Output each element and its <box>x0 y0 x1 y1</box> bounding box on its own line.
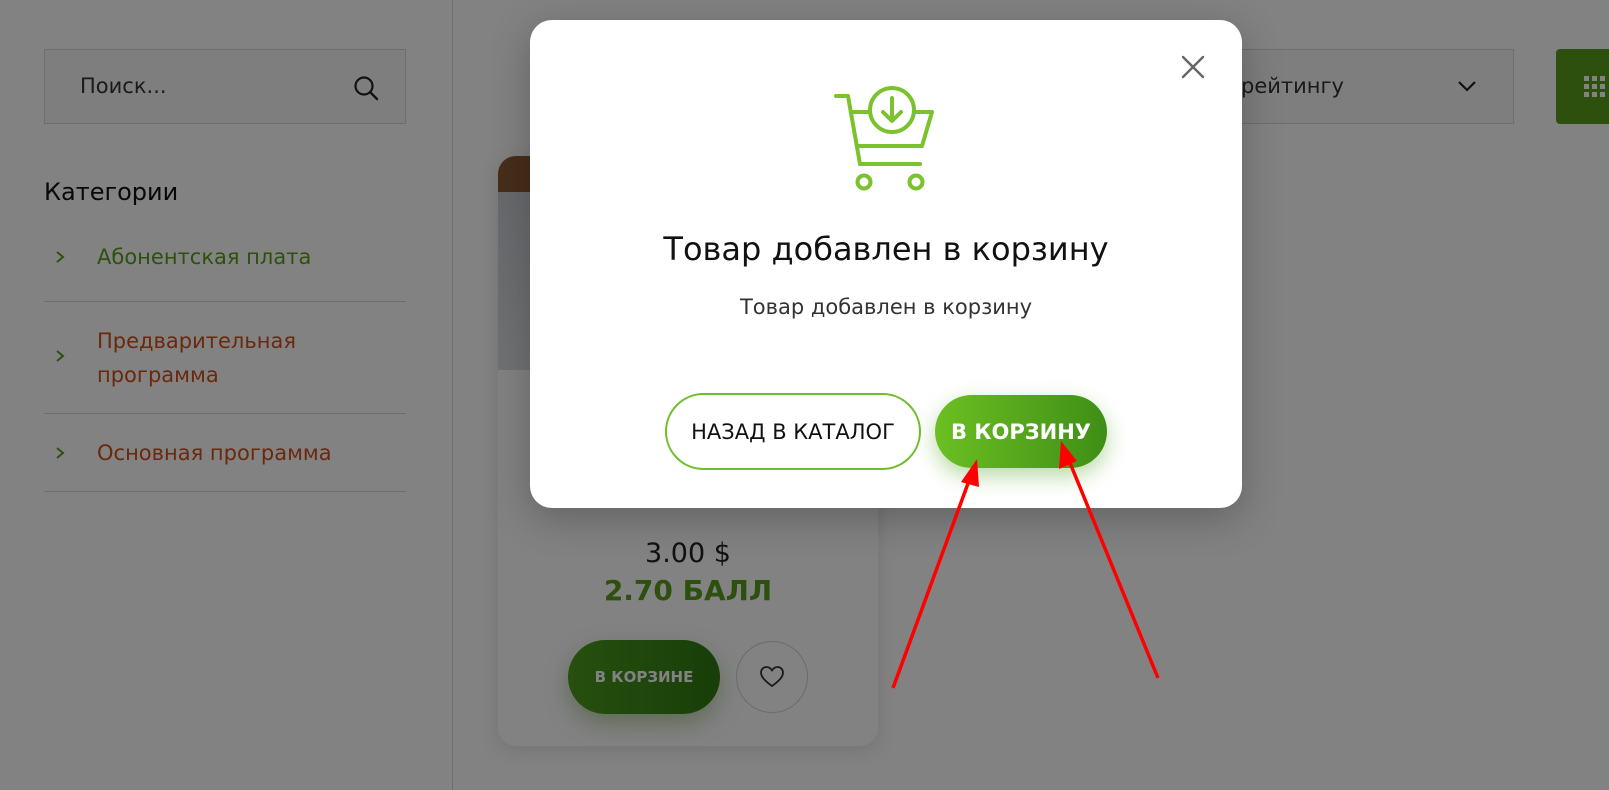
cart-download-icon <box>834 86 934 191</box>
go-to-cart-button[interactable]: В КОРЗИНУ <box>935 395 1107 468</box>
back-to-catalog-button[interactable]: НАЗАД В КАТАЛОГ <box>665 393 921 470</box>
close-icon[interactable] <box>1180 54 1206 80</box>
modal-message: Товар добавлен в корзину <box>739 295 1033 319</box>
modal-title: Товар добавлен в корзину <box>663 230 1109 268</box>
added-to-cart-modal: Товар добавлен в корзину Товар добавлен … <box>530 20 1242 508</box>
